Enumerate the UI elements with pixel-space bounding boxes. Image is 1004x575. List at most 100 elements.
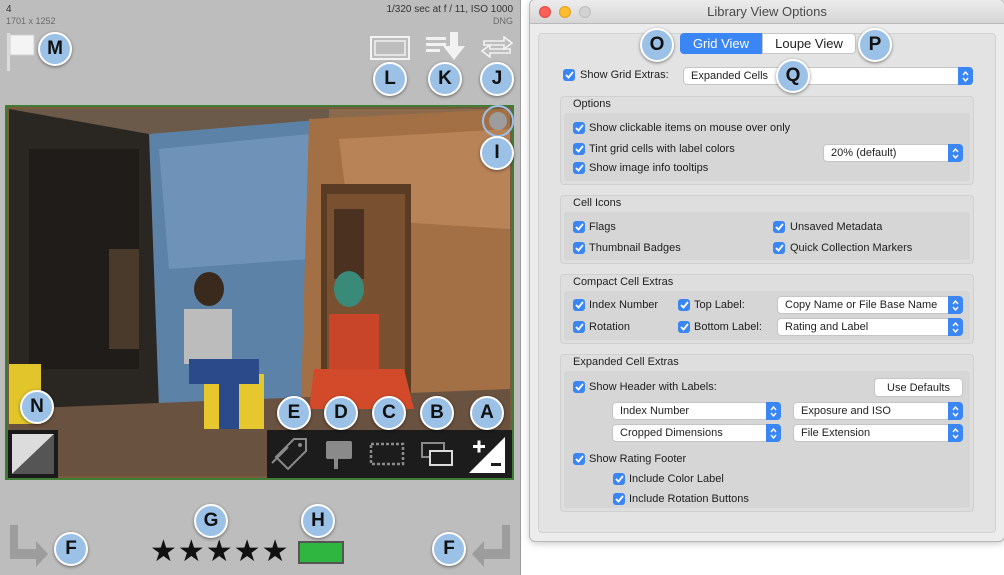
- chevron-updown-icon: [948, 296, 963, 314]
- grid-extras-select[interactable]: Expanded Cells: [683, 67, 973, 85]
- compact-index-checkbox[interactable]: [573, 299, 585, 311]
- unsaved-metadata-checkbox[interactable]: [773, 221, 785, 233]
- clickable-items-checkbox[interactable]: [573, 122, 585, 134]
- callout-i: I: [480, 136, 514, 170]
- tooltips-label: Show image info tooltips: [589, 162, 709, 174]
- expanded-grid-cell[interactable]: 4 1701 x 1252 1/320 sec at f / 11, ISO 1…: [0, 0, 521, 575]
- top-label-select[interactable]: Copy Name or File Base Name: [777, 296, 963, 314]
- callout-e: E: [277, 396, 311, 430]
- header-select-4[interactable]: File Extension: [793, 424, 963, 442]
- top-label-value: Copy Name or File Base Name: [785, 299, 938, 311]
- color-label-swatch[interactable]: [298, 541, 344, 564]
- thumbnail-badges-label: Thumbnail Badges: [589, 242, 681, 254]
- rotation-buttons-checkbox[interactable]: [613, 493, 625, 505]
- callout-f-right: F: [432, 532, 466, 566]
- grid-extras-value: Expanded Cells: [691, 70, 769, 82]
- tint-percent-select[interactable]: 20% (default): [823, 144, 963, 162]
- bottom-label-select[interactable]: Rating and Label: [777, 318, 963, 336]
- top-label-checkbox[interactable]: [678, 299, 690, 311]
- tint-grid-label: Tint grid cells with label colors: [589, 143, 735, 155]
- rating-stars[interactable]: ★★★★★: [150, 537, 290, 569]
- compact-rotation-label: Rotation: [589, 321, 630, 333]
- bottom-label-value: Rating and Label: [785, 321, 869, 333]
- show-header-label: Show Header with Labels:: [589, 381, 717, 393]
- clickable-items-label: Show clickable items on mouse over only: [589, 122, 791, 134]
- target-collection-icon[interactable]: [482, 105, 514, 137]
- flag-icon[interactable]: [6, 33, 36, 71]
- index-number: 4: [6, 4, 12, 15]
- compact-index-label: Index Number: [589, 299, 659, 311]
- header-select-1-value: Index Number: [620, 405, 690, 417]
- tint-percent-value: 20% (default): [831, 147, 897, 159]
- cell-icons-heading: Cell Icons: [573, 197, 622, 209]
- chevron-updown-icon: [958, 67, 973, 85]
- header-select-4-value: File Extension: [801, 427, 871, 439]
- title-bar: Library View Options: [530, 0, 1004, 24]
- virtual-copy-icon[interactable]: [413, 430, 460, 478]
- callout-o: O: [640, 28, 674, 62]
- sync-icon[interactable]: [480, 35, 514, 59]
- show-header-checkbox[interactable]: [573, 381, 585, 393]
- header-select-2[interactable]: Exposure and ISO: [793, 402, 963, 420]
- flags-checkbox[interactable]: [573, 221, 585, 233]
- use-defaults-button[interactable]: Use Defaults: [874, 378, 963, 397]
- compact-heading: Compact Cell Extras: [573, 276, 674, 288]
- callout-a: A: [470, 396, 504, 430]
- sort-icon[interactable]: [424, 30, 470, 64]
- color-label-checkbox[interactable]: [613, 473, 625, 485]
- tint-grid-checkbox[interactable]: [573, 143, 585, 155]
- quick-collection-label: Quick Collection Markers: [790, 242, 913, 254]
- callout-j: J: [480, 62, 514, 96]
- callout-g: G: [194, 504, 228, 538]
- header-select-3[interactable]: Cropped Dimensions: [612, 424, 781, 442]
- rotation-buttons-label: Include Rotation Buttons: [629, 493, 749, 505]
- tooltips-checkbox[interactable]: [573, 162, 585, 174]
- callout-f-left: F: [54, 532, 88, 566]
- show-grid-extras-label: Show Grid Extras:: [580, 69, 669, 81]
- chevron-updown-icon: [948, 402, 963, 420]
- callout-p: P: [858, 28, 892, 62]
- comment-icon[interactable]: [315, 430, 362, 478]
- bottom-label-checkbox[interactable]: [678, 321, 690, 333]
- top-label-label: Top Label:: [694, 299, 745, 311]
- metadata-badge-icon[interactable]: [370, 36, 410, 60]
- callout-c: C: [372, 396, 406, 430]
- rating-footer-checkbox[interactable]: [573, 453, 585, 465]
- keyword-tag-icon[interactable]: [267, 430, 314, 478]
- flags-label: Flags: [589, 221, 616, 233]
- chevron-updown-icon: [766, 402, 781, 420]
- quick-collection-checkbox[interactable]: [773, 242, 785, 254]
- crop-icon[interactable]: [363, 430, 410, 478]
- callout-k: K: [428, 62, 462, 96]
- file-type: DNG: [493, 16, 513, 26]
- show-grid-extras-checkbox[interactable]: [563, 69, 575, 81]
- exposure-info: 1/320 sec at f / 11, ISO 1000: [386, 4, 513, 15]
- tab-grid-view[interactable]: Grid View: [680, 33, 762, 54]
- thumbnail-badges-checkbox[interactable]: [573, 242, 585, 254]
- bottom-label-label: Bottom Label:: [694, 321, 762, 333]
- header-select-3-value: Cropped Dimensions: [620, 427, 723, 439]
- window-title: Library View Options: [707, 4, 827, 19]
- rating-footer-label: Show Rating Footer: [589, 453, 687, 465]
- color-label-label: Include Color Label: [629, 473, 724, 485]
- options-heading: Options: [573, 98, 611, 110]
- rotate-left-icon[interactable]: [6, 523, 52, 567]
- star-rating[interactable]: ★★★★★: [150, 535, 289, 568]
- develop-corner-icon[interactable]: [8, 430, 58, 478]
- tab-loupe-view[interactable]: Loupe View: [762, 33, 856, 54]
- callout-q: Q: [776, 59, 810, 93]
- expanded-heading: Expanded Cell Extras: [573, 356, 679, 368]
- image-dimensions: 1701 x 1252: [6, 16, 56, 26]
- callout-m: M: [38, 32, 72, 66]
- chevron-updown-icon: [948, 424, 963, 442]
- rotate-right-icon[interactable]: [468, 523, 514, 567]
- header-select-1[interactable]: Index Number: [612, 402, 781, 420]
- develop-adjust-icon[interactable]: [462, 430, 509, 478]
- callout-l: L: [373, 62, 407, 96]
- compact-rotation-checkbox[interactable]: [573, 321, 585, 333]
- callout-d: D: [324, 396, 358, 430]
- chevron-updown-icon: [948, 318, 963, 336]
- header-select-2-value: Exposure and ISO: [801, 405, 891, 417]
- callout-n: N: [20, 390, 54, 424]
- callout-h: H: [301, 504, 335, 538]
